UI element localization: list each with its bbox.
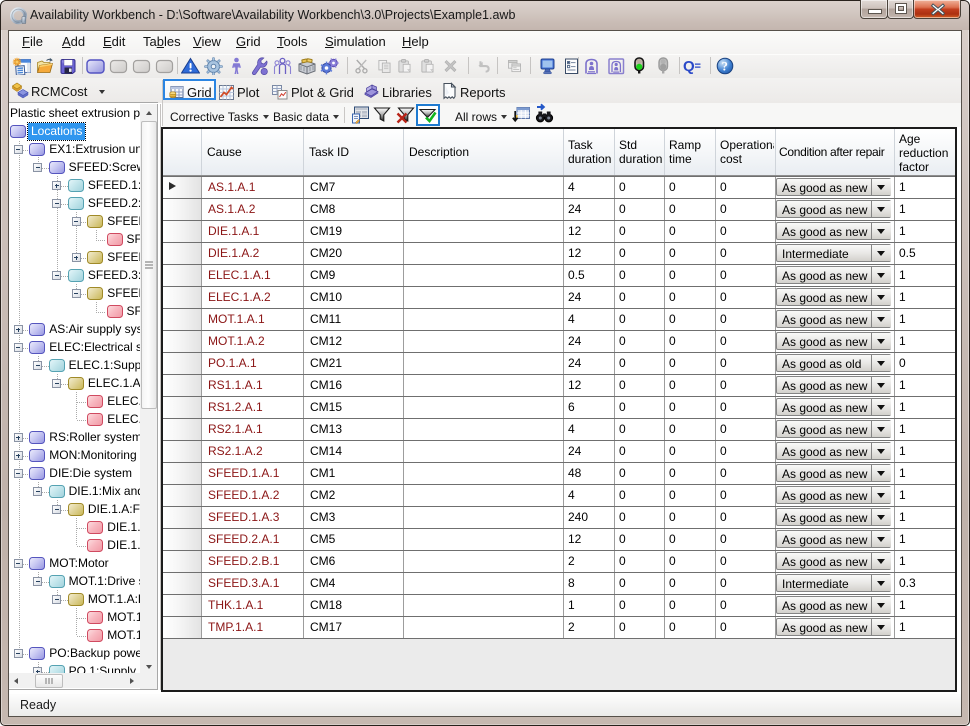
svg-text:?: ?	[722, 59, 728, 73]
svg-text:=: =	[695, 61, 701, 73]
svg-text:Q: Q	[683, 58, 695, 75]
